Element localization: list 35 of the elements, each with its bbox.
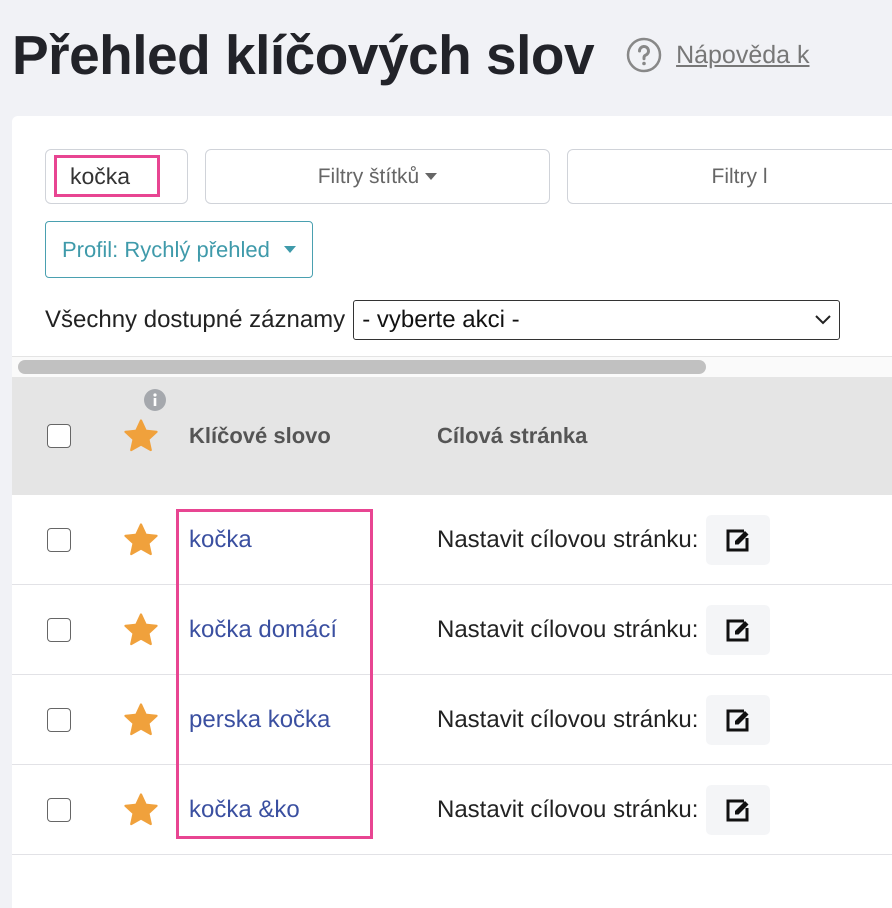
edit-button[interactable] xyxy=(706,514,770,564)
row-checkbox[interactable] xyxy=(47,708,71,732)
column-header[interactable]: Klíčové slovo xyxy=(189,423,437,449)
edit-button[interactable] xyxy=(706,604,770,654)
target-page-label: Nastavit cílovou stránku: xyxy=(437,526,698,554)
keyword-link[interactable]: kočka domácí xyxy=(189,616,338,642)
search-field[interactable]: kočka xyxy=(45,149,188,204)
page-title: Přehled klíčových slov xyxy=(12,23,594,87)
edit-button[interactable] xyxy=(706,784,770,834)
row-checkbox[interactable] xyxy=(47,528,71,552)
star-icon xyxy=(123,419,159,453)
keyword-link[interactable]: kočka xyxy=(189,526,252,552)
target-page-label: Nastavit cílovou stránku: xyxy=(437,706,698,734)
bulk-label: Všechny dostupné záznamy xyxy=(45,306,346,334)
help-icon[interactable] xyxy=(626,37,662,73)
target-page-label: Nastavit cílovou stránku: xyxy=(437,796,698,824)
target-page-label: Nastavit cílovou stránku: xyxy=(437,616,698,644)
select-all-checkbox[interactable] xyxy=(47,424,71,448)
keyword-link[interactable]: kočka &ko xyxy=(189,796,300,822)
keyword-link[interactable]: perska kočka xyxy=(189,706,330,732)
edit-button[interactable] xyxy=(706,694,770,744)
filter-button[interactable]: Filtry l xyxy=(567,149,892,204)
chevron-icon xyxy=(815,315,832,325)
star-icon xyxy=(123,792,159,826)
star-icon xyxy=(123,612,159,646)
scrollbar-thumb[interactable] xyxy=(18,360,706,374)
row-checkbox[interactable] xyxy=(47,618,71,642)
column-header[interactable]: Cílová stránka xyxy=(437,423,737,449)
star-icon xyxy=(123,702,159,736)
help-link[interactable]: Nápověda k xyxy=(676,40,810,70)
action-select[interactable]: - vyberte akci - xyxy=(353,300,840,340)
caret-icon xyxy=(284,246,296,253)
row-checkbox[interactable] xyxy=(47,798,71,822)
star-icon xyxy=(123,522,159,556)
filter-button[interactable]: Filtry štítků xyxy=(205,149,550,204)
